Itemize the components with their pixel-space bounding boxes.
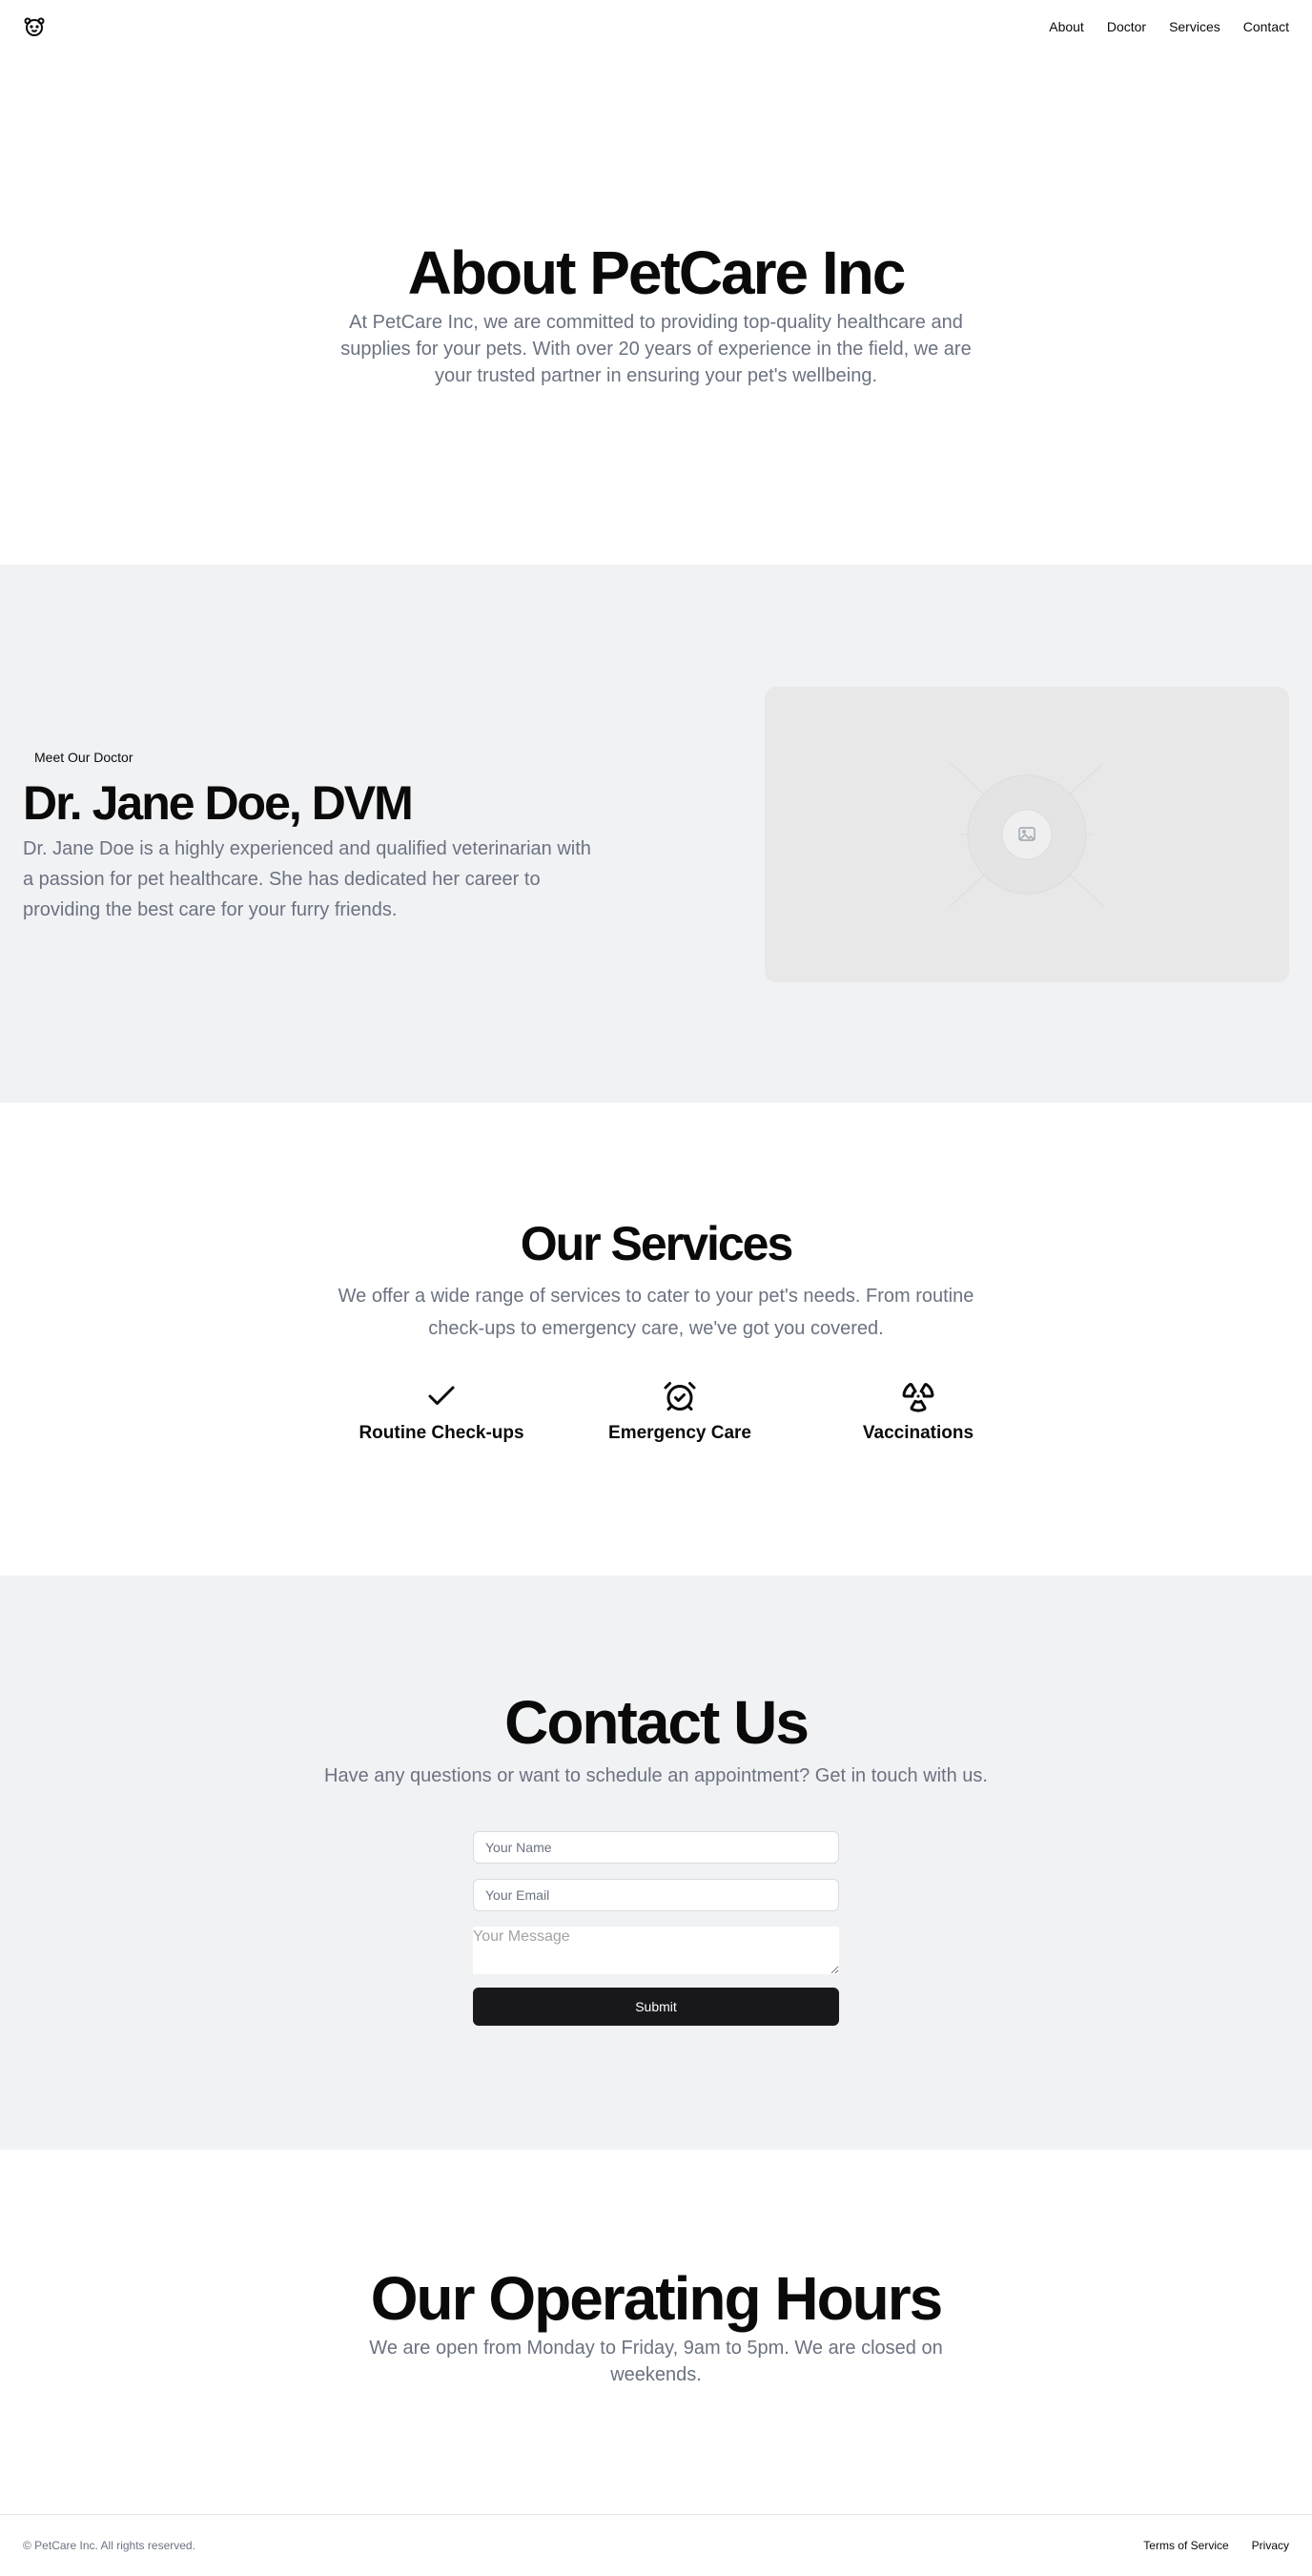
about-title: About PetCare Inc — [407, 238, 907, 307]
hours-description: We are open from Monday to Friday, 9am t… — [369, 2338, 943, 2385]
privacy-link[interactable]: Privacy — [1252, 2539, 1289, 2552]
alarm-clock-check-icon — [664, 1382, 696, 1411]
site-footer: © PetCare Inc. All rights reserved. Term… — [0, 2514, 1312, 2576]
hours-title: Our Operating Hours — [370, 2264, 944, 2333]
check-icon — [428, 1386, 455, 1405]
name-input[interactable] — [473, 1831, 839, 1864]
contact-title: Contact Us — [504, 1688, 810, 1757]
hours-section: Our Operating Hours We are open from Mon… — [0, 2150, 1312, 2514]
doctor-description: Dr. Jane Doe is a highly experienced and… — [23, 838, 591, 920]
nav-link-doctor[interactable]: Doctor — [1107, 19, 1146, 34]
contact-section: Contact Us Have any questions or want to… — [0, 1576, 1312, 2150]
message-textarea[interactable] — [473, 1927, 839, 1974]
doctor-info: Meet Our Doctor Dr. Jane Doe, DVM Dr. Ja… — [23, 746, 605, 925]
doctor-name: Dr. Jane Doe, DVM — [23, 776, 414, 830]
radiation-icon — [902, 1382, 934, 1412]
doctor-badge: Meet Our Doctor — [23, 746, 145, 769]
submit-button[interactable]: Submit — [473, 1988, 839, 2026]
nav-link-about[interactable]: About — [1049, 19, 1084, 34]
service-item-emergency: Emergency Care — [561, 1379, 799, 1444]
services-section: Our Services We offer a wide range of se… — [0, 1103, 1312, 1576]
site-header: About Doctor Services Contact — [0, 0, 1312, 53]
services-title: Our Services — [520, 1217, 794, 1270]
service-label: Vaccinations — [862, 1423, 974, 1443]
service-item-checkups: Routine Check-ups — [322, 1379, 561, 1444]
pet-face-icon — [24, 17, 45, 36]
copyright-text: © PetCare Inc. All rights reserved. — [23, 2539, 195, 2552]
doctor-section: Meet Our Doctor Dr. Jane Doe, DVM Dr. Ja… — [0, 565, 1312, 1103]
footer-links: Terms of Service Privacy — [1143, 2539, 1289, 2552]
doctor-image-placeholder — [765, 687, 1289, 982]
contact-description: Have any questions or want to schedule a… — [324, 1765, 988, 1786]
email-input[interactable] — [473, 1879, 839, 1911]
services-grid: Routine Check-ups Emergency Care Vaccina… — [322, 1379, 1037, 1444]
image-placeholder-icon — [950, 762, 1104, 907]
terms-of-service-link[interactable]: Terms of Service — [1143, 2539, 1228, 2552]
nav-link-contact[interactable]: Contact — [1243, 19, 1289, 34]
about-section: About PetCare Inc At PetCare Inc, we are… — [0, 53, 1312, 565]
services-description: We offer a wide range of services to cat… — [338, 1286, 974, 1339]
main-nav: About Doctor Services Contact — [1049, 19, 1289, 34]
contact-form: Submit — [473, 1831, 839, 2026]
service-label: Emergency Care — [608, 1423, 751, 1443]
about-description: At PetCare Inc, we are committed to prov… — [340, 312, 972, 386]
home-logo-link[interactable] — [23, 15, 46, 38]
service-label: Routine Check-ups — [359, 1423, 524, 1443]
service-item-vaccinations: Vaccinations — [799, 1379, 1037, 1444]
nav-link-services[interactable]: Services — [1169, 19, 1220, 34]
